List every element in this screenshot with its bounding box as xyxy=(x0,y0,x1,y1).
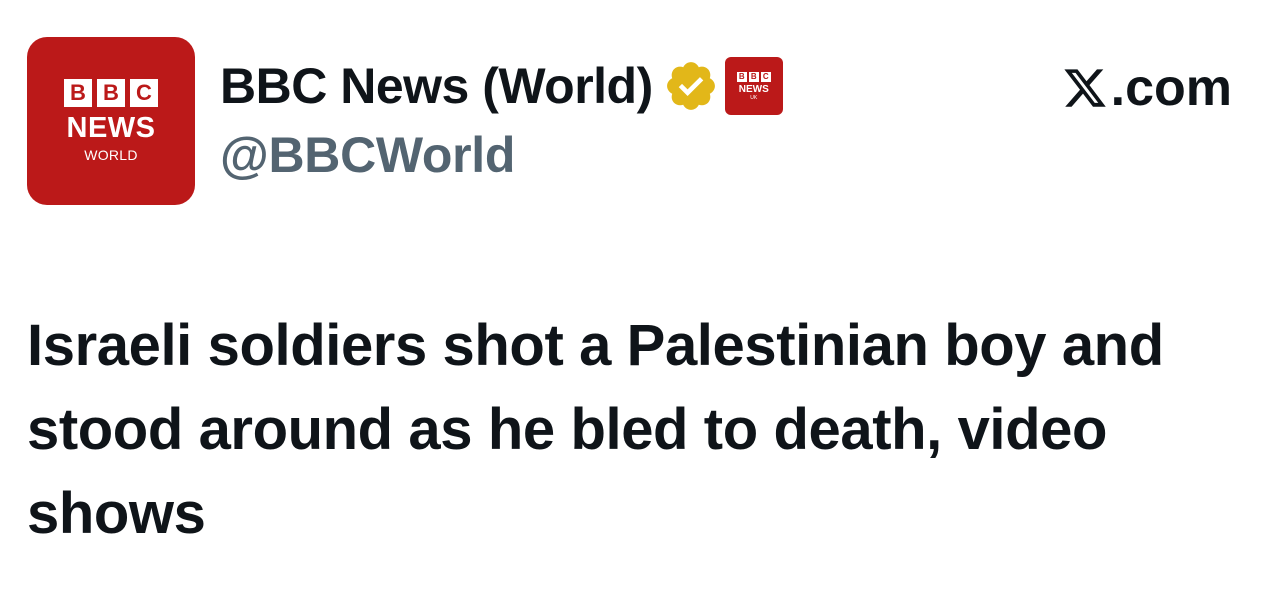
bbc-block-b1: B xyxy=(64,79,92,107)
display-name[interactable]: BBC News (World) xyxy=(220,57,653,115)
x-logo-icon xyxy=(1064,69,1106,107)
post-text: Israeli soldiers shot a Palestinian boy … xyxy=(27,313,1164,546)
gold-verified-check-icon[interactable] xyxy=(663,58,719,114)
affiliate-bbc-blocks: B B C xyxy=(736,71,771,82)
bbc-news-uk-affiliate-badge[interactable]: B B C NEWS UK xyxy=(724,57,783,115)
bbc-logo-blocks: B B C xyxy=(64,79,158,107)
affiliate-block-b2: B xyxy=(748,71,759,82)
bbc-block-b2: B xyxy=(97,79,125,107)
affiliate-block-b1: B xyxy=(736,71,747,82)
x-com-source: .com xyxy=(1061,58,1232,118)
avatar-news-label: NEWS xyxy=(66,112,156,144)
x-com-text: .com xyxy=(1110,59,1232,117)
affiliate-uk-label: UK xyxy=(750,94,758,101)
avatar-world-label: WORLD xyxy=(84,147,138,163)
account-name-row: BBC News (World) B B C NEWS UK xyxy=(220,56,783,116)
bbc-block-c: C xyxy=(130,79,158,107)
affiliate-news-label: NEWS xyxy=(738,83,769,95)
bbc-news-world-avatar[interactable]: B B C NEWS WORLD xyxy=(27,37,195,205)
affiliate-block-c: C xyxy=(760,71,771,82)
account-handle[interactable]: @BBCWorld xyxy=(220,126,515,184)
